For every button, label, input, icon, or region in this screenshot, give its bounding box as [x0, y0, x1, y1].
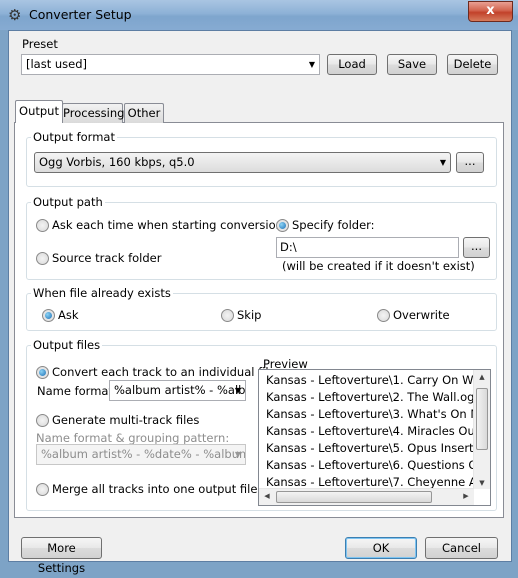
- vertical-scroll-thumb[interactable]: [476, 388, 488, 450]
- merge-tracks-radio[interactable]: [36, 483, 49, 496]
- overwrite-radio[interactable]: [377, 309, 390, 322]
- ask-each-time-radio[interactable]: [36, 219, 49, 232]
- source-track-folder-label: Source track folder: [52, 251, 162, 265]
- output-files-label: Output files: [31, 338, 103, 352]
- name-format-label: Name format:: [37, 384, 117, 398]
- list-item: Kansas - Leftoverture\1. Carry On Waywar: [266, 373, 491, 387]
- save-button[interactable]: Save: [387, 54, 437, 75]
- list-item: Kansas - Leftoverture\4. Miracles Out Of…: [266, 424, 491, 438]
- grouping-pattern-combo[interactable]: %album artist% - %date% - %album% ▼: [36, 444, 246, 465]
- list-item: Kansas - Leftoverture\2. The Wall.ogg: [266, 390, 482, 404]
- individual-file-label: Convert each track to an individual file: [52, 365, 276, 379]
- scroll-up-icon[interactable]: ▲: [474, 373, 490, 381]
- close-button[interactable]: x: [468, 1, 513, 22]
- preview-list[interactable]: Kansas - Leftoverture\1. Carry On Waywar…: [258, 369, 491, 506]
- ask-each-time-label: Ask each time when starting conversion: [52, 218, 283, 232]
- merge-tracks-label: Merge all tracks into one output file: [52, 482, 258, 496]
- ok-button[interactable]: OK: [345, 537, 417, 559]
- overwrite-label: Overwrite: [393, 308, 450, 322]
- more-settings-button[interactable]: More Settings: [21, 537, 102, 575]
- tab-output[interactable]: Output: [15, 100, 63, 123]
- grouping-pattern-value: %album artist% - %date% - %album%: [41, 447, 246, 461]
- multi-track-radio[interactable]: [36, 414, 49, 427]
- specify-folder-radio[interactable]: [276, 219, 289, 232]
- multi-track-label: Generate multi-track files: [52, 413, 200, 427]
- chevron-down-icon: ▼: [439, 158, 446, 167]
- folder-note: (will be created if it doesn't exist): [282, 259, 475, 273]
- ask-label: Ask: [58, 308, 79, 322]
- output-format-settings-button[interactable]: ...: [456, 152, 484, 173]
- tab-processing[interactable]: Processing: [62, 103, 124, 123]
- output-format-value: Ogg Vorbis, 160 kbps, q5.0: [39, 155, 195, 169]
- chevron-down-icon: ▼: [234, 450, 241, 459]
- file-exists-label: When file already exists: [31, 286, 173, 300]
- output-path-label: Output path: [31, 195, 105, 209]
- scroll-right-icon[interactable]: ▶: [458, 492, 474, 500]
- preset-label: Preset: [22, 37, 58, 51]
- name-format-combo[interactable]: %album artist% - %alb ▼: [109, 380, 246, 401]
- list-item: Kansas - Leftoverture\6. Questions Of My…: [266, 458, 491, 472]
- load-button[interactable]: Load: [327, 54, 377, 75]
- horizontal-scroll-thumb[interactable]: [276, 491, 432, 503]
- scroll-left-icon[interactable]: ◀: [259, 492, 275, 500]
- list-item: Kansas - Leftoverture\3. What's On My Mi…: [266, 407, 491, 421]
- preset-value: [last used]: [26, 57, 88, 71]
- horizontal-scrollbar[interactable]: ◀ ▶: [259, 488, 474, 505]
- individual-file-radio[interactable]: [36, 366, 49, 379]
- gear-icon: ⚙: [8, 6, 22, 24]
- vertical-scrollbar[interactable]: ▲ ▼: [473, 370, 490, 489]
- grouping-pattern-label: Name format & grouping pattern:: [36, 431, 230, 445]
- output-format-label: Output format: [31, 130, 117, 144]
- chevron-down-icon: ▼: [234, 386, 241, 395]
- output-format-combo[interactable]: Ogg Vorbis, 160 kbps, q5.0 ▼: [34, 152, 451, 173]
- cancel-button[interactable]: Cancel: [425, 537, 498, 559]
- browse-folder-button[interactable]: ...: [463, 237, 490, 258]
- specify-folder-label: Specify folder:: [292, 218, 375, 232]
- delete-button[interactable]: Delete: [447, 54, 498, 75]
- window-title: Converter Setup: [29, 7, 132, 22]
- chevron-down-icon: ▼: [308, 60, 315, 69]
- preset-combo[interactable]: [last used] ▼: [21, 54, 320, 75]
- skip-label: Skip: [237, 308, 262, 322]
- folder-input[interactable]: D:\: [276, 237, 459, 258]
- scroll-down-icon[interactable]: ▼: [474, 479, 490, 487]
- tab-other[interactable]: Other: [124, 103, 164, 123]
- ask-radio[interactable]: [42, 309, 55, 322]
- name-format-value: %album artist% - %alb: [114, 383, 246, 397]
- source-track-folder-radio[interactable]: [36, 252, 49, 265]
- skip-radio[interactable]: [221, 309, 234, 322]
- list-item: Kansas - Leftoverture\5. Opus Insert.ogg: [266, 441, 491, 455]
